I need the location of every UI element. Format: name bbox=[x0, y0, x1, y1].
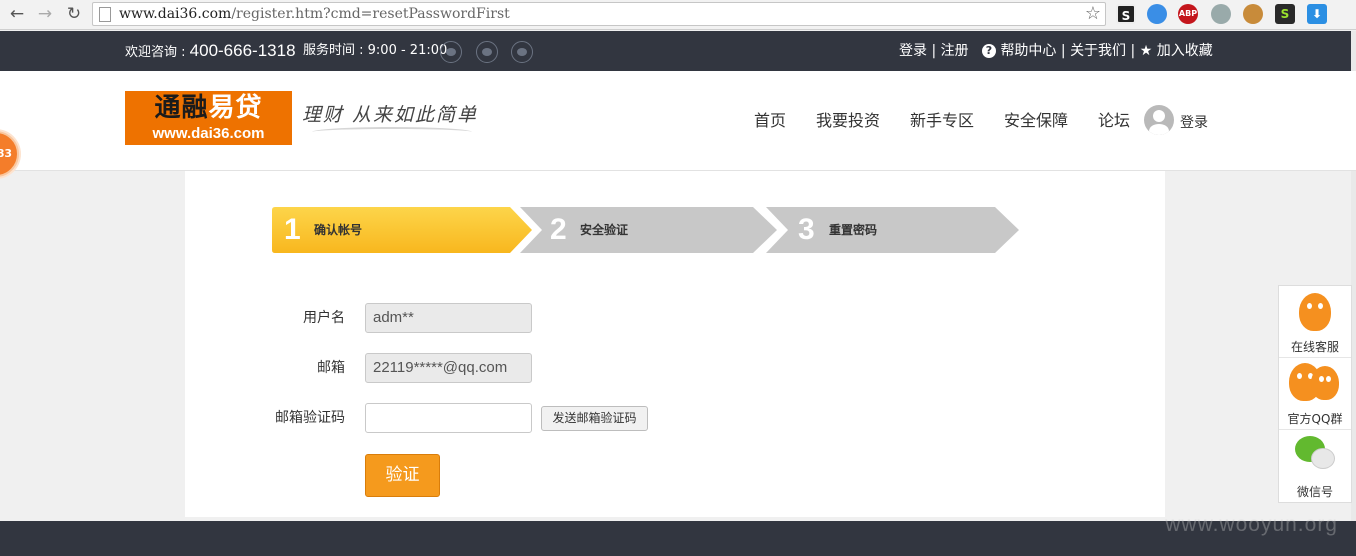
qq-group-label: 官方QQ群 bbox=[1287, 412, 1343, 426]
back-arrow-icon[interactable]: ← bbox=[6, 3, 28, 25]
extension-blue-icon[interactable] bbox=[1147, 4, 1167, 24]
qq-group-penguin-icon-2 bbox=[1311, 366, 1339, 400]
site-logo[interactable]: 通融易贷 www.dai36.com bbox=[125, 91, 292, 145]
reload-icon[interactable]: ↻ bbox=[63, 3, 85, 25]
step-number: 2 bbox=[550, 213, 567, 246]
consult-label: 欢迎咨询 : bbox=[125, 45, 186, 60]
extension-s-icon[interactable]: S bbox=[1116, 4, 1136, 24]
top-links: 登录 | 注册 ? 帮助中心 | 关于我们 | ★ 加入收藏 bbox=[899, 31, 1213, 71]
step-label: 重置密码 bbox=[829, 223, 878, 237]
nav-invest[interactable]: 我要投资 bbox=[816, 107, 880, 131]
adblock-plus-icon[interactable]: ABP bbox=[1178, 4, 1198, 24]
email-field: 22119*****@qq.com bbox=[365, 353, 532, 383]
logo-wordmark: 通融易贷 bbox=[125, 91, 292, 125]
online-service-label: 在线客服 bbox=[1290, 340, 1339, 354]
logo-text-a: 通融 bbox=[154, 93, 209, 123]
help-icon: ? bbox=[981, 44, 996, 58]
address-bar[interactable]: www.dai36.com/register.htm?cmd=resetPass… bbox=[92, 2, 1106, 26]
send-email-code-button[interactable]: 发送邮箱验证码 bbox=[541, 406, 648, 431]
online-service-item[interactable]: 在线客服 bbox=[1279, 286, 1351, 358]
top-login-link[interactable]: 登录 bbox=[899, 43, 927, 59]
add-favorite-link[interactable]: 加入收藏 bbox=[1157, 43, 1213, 59]
qq-penguin-icon bbox=[1299, 293, 1331, 331]
separator: | bbox=[1130, 43, 1136, 59]
qq-icon[interactable] bbox=[511, 41, 533, 63]
bookmark-star-icon[interactable]: ☆ bbox=[1085, 3, 1101, 25]
extension-sync-icon[interactable] bbox=[1211, 4, 1231, 24]
url-path: /register.htm?cmd=resetPasswordFirst bbox=[231, 6, 510, 22]
weibo-icon[interactable] bbox=[476, 41, 498, 63]
phone-number: 400-666-1318 bbox=[189, 41, 296, 60]
logo-text-b: 易贷 bbox=[208, 93, 263, 123]
consult-info: 欢迎咨询 : 400-666-1318 bbox=[125, 31, 296, 73]
slogan: 理财 从来如此简单 bbox=[302, 104, 479, 126]
footer-band bbox=[0, 521, 1356, 556]
service-side-panel: 在线客服 官方QQ群 微信号 bbox=[1278, 285, 1352, 503]
slogan-swoosh bbox=[312, 127, 472, 137]
wechat-item[interactable]: 微信号 bbox=[1279, 430, 1351, 502]
email-code-label: 邮箱验证码 bbox=[275, 410, 345, 426]
nav-security[interactable]: 安全保障 bbox=[1004, 107, 1068, 131]
wechat-icon[interactable] bbox=[440, 41, 462, 63]
url-text[interactable]: www.dai36.com/register.htm?cmd=resetPass… bbox=[119, 6, 510, 22]
help-center-link[interactable]: 帮助中心 bbox=[1000, 43, 1056, 59]
separator: | bbox=[1060, 43, 1066, 59]
service-hours: 服务时间 : 9:00 - 21:00 bbox=[303, 43, 448, 58]
forward-arrow-icon[interactable]: → bbox=[34, 3, 56, 25]
download-icon[interactable]: ⬇ bbox=[1307, 4, 1327, 24]
url-host: www.dai36.com bbox=[119, 6, 232, 22]
username-label: 用户名 bbox=[303, 310, 345, 326]
page-icon bbox=[99, 7, 111, 22]
step-progress: 1 确认帐号 2 安全验证 3 重置密码 bbox=[272, 207, 1032, 253]
top-register-link[interactable]: 注册 bbox=[941, 43, 969, 59]
nav-forum[interactable]: 论坛 bbox=[1098, 107, 1130, 131]
browser-toolbar: ← → ↻ www.dai36.com/register.htm?cmd=res… bbox=[0, 0, 1356, 30]
step-1-arrow bbox=[272, 207, 532, 253]
qq-group-item[interactable]: 官方QQ群 bbox=[1279, 358, 1351, 430]
nav-newbie[interactable]: 新手专区 bbox=[910, 107, 974, 131]
step-label: 安全验证 bbox=[580, 223, 629, 237]
about-us-link[interactable]: 关于我们 bbox=[1070, 43, 1126, 59]
step-number: 3 bbox=[798, 213, 815, 246]
logo-domain: www.dai36.com bbox=[152, 125, 265, 142]
verify-button[interactable]: 验证 bbox=[365, 454, 440, 497]
extension-s-green-icon[interactable]: S bbox=[1275, 4, 1295, 24]
username-field: adm** bbox=[365, 303, 532, 333]
email-label: 邮箱 bbox=[317, 360, 345, 376]
wechat-label: 微信号 bbox=[1296, 485, 1333, 499]
header-login-link[interactable]: 登录 bbox=[1180, 112, 1208, 132]
wechat-bubble-small-icon bbox=[1311, 448, 1335, 469]
nav-home[interactable]: 首页 bbox=[754, 107, 786, 131]
site-header: 通融易贷 www.dai36.com 理财 从来如此简单 首页 我要投资 新手专… bbox=[0, 71, 1356, 171]
separator: | bbox=[931, 43, 937, 59]
user-avatar-icon[interactable] bbox=[1144, 105, 1174, 135]
watermark: www.wooyun.org bbox=[1165, 513, 1338, 536]
step-number: 1 bbox=[284, 213, 301, 246]
email-code-input[interactable] bbox=[365, 403, 532, 433]
cookie-icon[interactable] bbox=[1243, 4, 1263, 24]
top-info-bar: 欢迎咨询 : 400-666-1318 服务时间 : 9:00 - 21:00 … bbox=[0, 31, 1356, 71]
favorite-star-icon: ★ bbox=[1139, 43, 1153, 59]
step-label: 确认帐号 bbox=[314, 223, 363, 237]
